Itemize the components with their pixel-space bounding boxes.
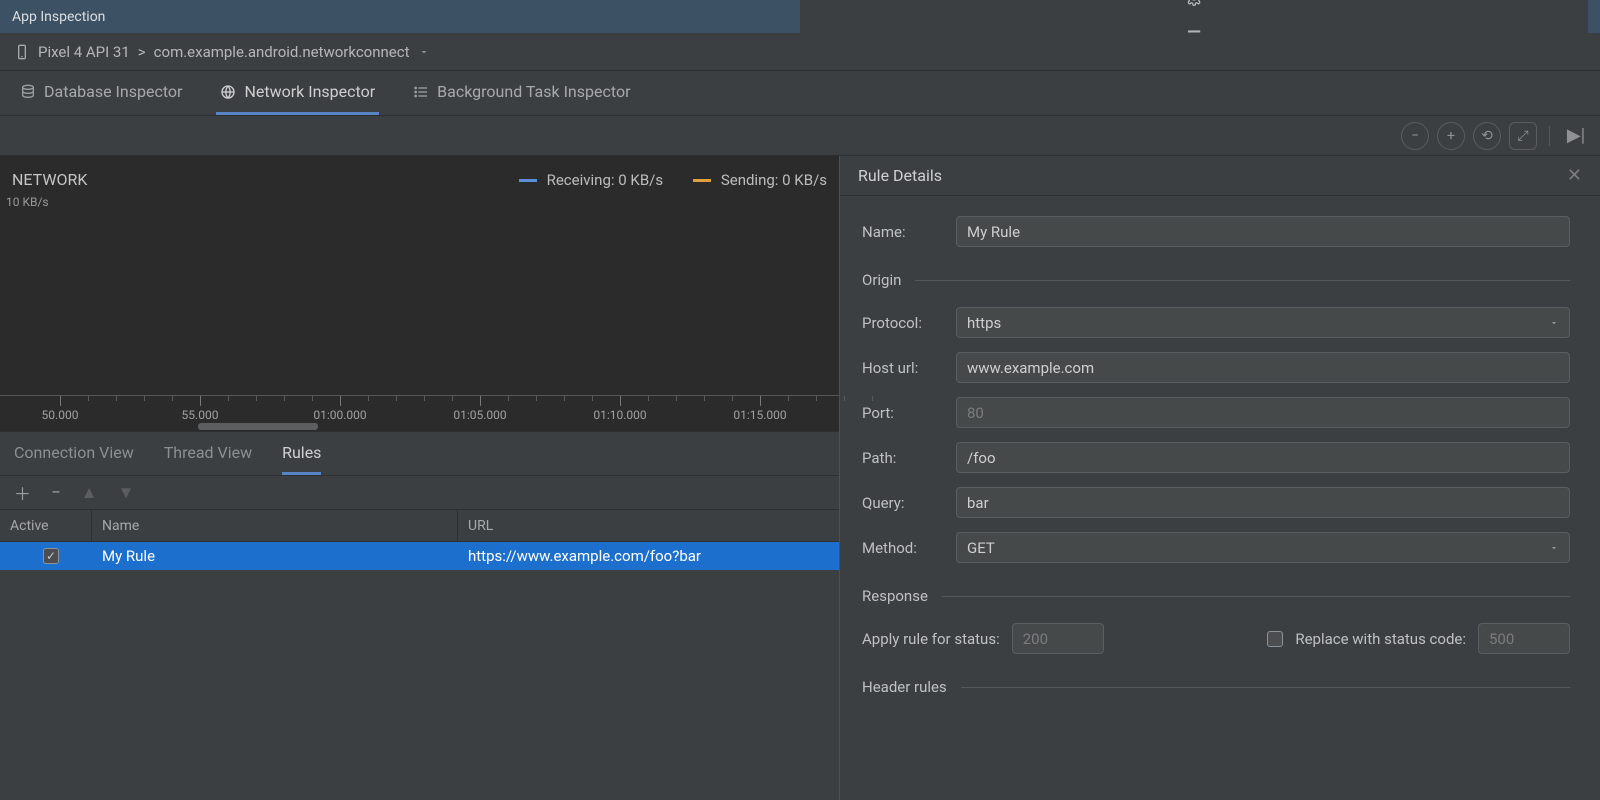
network-y-label: 10 KB/s <box>0 195 839 209</box>
left-pane: NETWORK Receiving: 0 KB/s Sending: 0 KB/… <box>0 156 840 800</box>
method-select[interactable]: GET <box>956 532 1570 563</box>
query-label: Query: <box>862 494 946 512</box>
database-icon <box>20 84 36 100</box>
globe-icon <box>220 84 236 100</box>
rules-table-header: Active Name URL <box>0 510 839 542</box>
host-label: Host url: <box>862 359 946 377</box>
apply-status-field[interactable]: 200 <box>1012 623 1104 654</box>
port-field[interactable]: 80 <box>956 397 1570 428</box>
network-chart-title: NETWORK <box>12 170 519 189</box>
subtab-rules[interactable]: Rules <box>282 432 321 475</box>
panel-title: App Inspection <box>12 9 800 25</box>
name-label: Name: <box>862 223 946 241</box>
table-row[interactable]: My Rulehttps://www.example.com/foo?bar <box>0 542 839 570</box>
legend-sending: Sending: 0 KB/s <box>693 171 827 189</box>
replace-status-label: Replace with status code: <box>1295 630 1466 648</box>
chevron-down-icon <box>1549 539 1559 557</box>
inspector-tab-bar: Database Inspector Network Inspector Bac… <box>0 71 1600 116</box>
panel-titlebar: App Inspection — <box>0 0 1600 33</box>
apply-status-label: Apply rule for status: <box>862 630 1000 648</box>
remove-rule-button[interactable]: − <box>51 483 61 503</box>
move-down-button: ▼ <box>118 483 135 503</box>
legend-receiving-label: Receiving: <box>547 171 615 189</box>
sending-swatch <box>693 179 711 182</box>
rule-details-title: Rule Details <box>858 166 942 185</box>
active-checkbox[interactable] <box>43 548 59 564</box>
tab-background-task-inspector[interactable]: Background Task Inspector <box>409 71 634 115</box>
rules-toolbar: ＋ − ▲ ▼ <box>0 476 839 510</box>
gear-icon[interactable] <box>1186 0 1202 6</box>
replace-status-field[interactable]: 500 <box>1478 623 1570 654</box>
path-label: Path: <box>862 449 946 467</box>
rule-details-header: Rule Details ✕ <box>840 156 1600 196</box>
query-field[interactable]: bar <box>956 487 1570 518</box>
tab-database-inspector[interactable]: Database Inspector <box>16 71 186 115</box>
zoom-in-button[interactable]: + <box>1437 122 1465 150</box>
host-field[interactable]: www.example.com <box>956 352 1570 383</box>
subtab-thread-view[interactable]: Thread View <box>164 432 252 475</box>
zoom-selection-button[interactable]: ⤢ <box>1509 122 1537 150</box>
subtab-connection-view[interactable]: Connection View <box>14 432 134 475</box>
origin-section: Origin <box>862 271 1570 289</box>
tab-database-label: Database Inspector <box>44 82 182 101</box>
timeline-tick-label: 01:15.000 <box>733 408 786 422</box>
tab-background-label: Background Task Inspector <box>437 82 630 101</box>
method-label: Method: <box>862 539 946 557</box>
header-active[interactable]: Active <box>0 510 92 541</box>
breadcrumb-device: Pixel 4 API 31 <box>38 43 130 61</box>
main-split: NETWORK Receiving: 0 KB/s Sending: 0 KB/… <box>0 156 1600 800</box>
device-icon <box>14 44 30 60</box>
timeline-scroll-thumb[interactable] <box>198 423 318 430</box>
add-rule-button[interactable]: ＋ <box>14 480 31 505</box>
replace-checkbox[interactable] <box>1267 631 1283 647</box>
reset-zoom-button[interactable]: ⟲ <box>1473 122 1501 150</box>
rules-table-body: My Rulehttps://www.example.com/foo?bar <box>0 542 839 800</box>
header-name[interactable]: Name <box>92 510 458 541</box>
timeline-tick-label: 50.000 <box>42 408 79 422</box>
port-label: Port: <box>862 404 946 422</box>
tab-network-inspector[interactable]: Network Inspector <box>216 71 379 115</box>
rule-details-pane: Rule Details ✕ Name: My Rule Origin Prot… <box>840 156 1600 800</box>
legend-sending-value: 0 KB/s <box>782 171 827 189</box>
protocol-select[interactable]: https <box>956 307 1570 338</box>
live-jump-button[interactable]: ▶| <box>1562 122 1590 150</box>
zoom-out-button[interactable]: − <box>1401 122 1429 150</box>
network-chart-panel: NETWORK Receiving: 0 KB/s Sending: 0 KB/… <box>0 156 839 431</box>
network-chart-body[interactable] <box>0 209 839 395</box>
timeline-tick-label: 55.000 <box>182 408 219 422</box>
timeline-tick-label: 01:00.000 <box>313 408 366 422</box>
response-section: Response <box>862 587 1570 605</box>
legend-receiving: Receiving: 0 KB/s <box>519 171 663 189</box>
network-toolbar: − + ⟲ ⤢ ▶| <box>0 116 1600 156</box>
device-breadcrumb[interactable]: Pixel 4 API 31 > com.example.android.net… <box>0 33 1600 71</box>
tab-network-label: Network Inspector <box>244 82 375 101</box>
name-field[interactable]: My Rule <box>956 216 1570 247</box>
header-url[interactable]: URL <box>458 510 839 541</box>
list-icon <box>413 84 429 100</box>
close-icon[interactable]: ✕ <box>1567 165 1582 186</box>
legend-receiving-value: 0 KB/s <box>618 171 663 189</box>
timeline-tick-label: 01:05.000 <box>453 408 506 422</box>
chevron-down-icon <box>1549 314 1559 332</box>
legend-sending-label: Sending: <box>721 171 779 189</box>
move-up-button: ▲ <box>81 483 98 503</box>
network-legend: Receiving: 0 KB/s Sending: 0 KB/s <box>519 171 827 189</box>
protocol-label: Protocol: <box>862 314 946 332</box>
breadcrumb-app: com.example.android.networkconnect <box>154 43 410 61</box>
rule-name-cell: My Rule <box>92 547 458 565</box>
network-subtabs: Connection View Thread View Rules <box>0 431 839 476</box>
path-field[interactable]: /foo <box>956 442 1570 473</box>
network-timeline[interactable]: 50.000 55.000 01:00.000 01:05.000 01:10.000 0… <box>0 395 839 431</box>
receiving-swatch <box>519 179 537 182</box>
rule-url-cell: https://www.example.com/foo?bar <box>458 547 839 565</box>
toolbar-divider <box>1549 126 1550 146</box>
rule-details-body: Name: My Rule Origin Protocol: https Hos… <box>840 196 1600 800</box>
timeline-tick-label: 01:10.000 <box>593 408 646 422</box>
header-rules-section: Header rules <box>862 678 1570 696</box>
breadcrumb-separator: > <box>138 43 146 61</box>
chevron-down-icon[interactable] <box>418 46 430 58</box>
